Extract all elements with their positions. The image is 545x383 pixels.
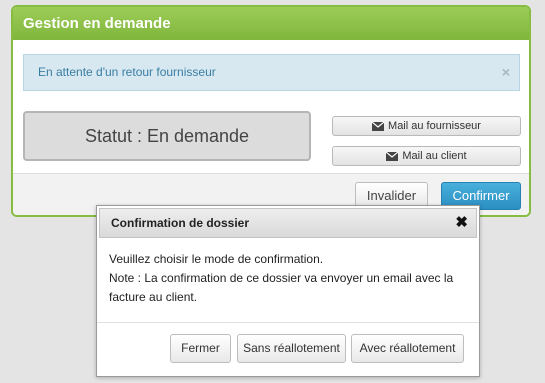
info-alert: En attente d'un retour fournisseur × [23, 54, 520, 91]
mail-supplier-label: Mail au fournisseur [388, 120, 481, 132]
close-button[interactable]: Fermer [170, 334, 231, 363]
confirmation-modal: Confirmation de dossier ✖ Veuillez chois… [96, 205, 480, 377]
close-icon[interactable]: × [502, 55, 510, 90]
modal-text-line: Veuillez choisir le mode de confirmation… [109, 252, 324, 266]
divider [97, 322, 479, 323]
confirm-without-reallocation-button[interactable]: Sans réallotement [237, 334, 346, 363]
gestion-panel: Gestion en demande En attente d'un retou… [11, 5, 531, 217]
confirm-with-reallocation-button[interactable]: Avec réallotement [351, 334, 464, 363]
panel-body: En attente d'un retour fournisseur × Sta… [13, 40, 529, 173]
envelope-icon [386, 149, 399, 167]
modal-title: Confirmation de dossier [111, 216, 250, 230]
status-badge: Statut : En demande [23, 111, 311, 161]
mail-client-label: Mail au client [402, 150, 467, 162]
panel-title: Gestion en demande [13, 7, 529, 40]
mail-client-button[interactable]: Mail au client [332, 146, 521, 166]
modal-body: Veuillez choisir le mode de confirmation… [109, 250, 467, 307]
modal-header: Confirmation de dossier ✖ [99, 208, 477, 238]
mail-supplier-button[interactable]: Mail au fournisseur [332, 116, 521, 136]
alert-text: En attente d'un retour fournisseur [38, 65, 216, 79]
close-icon[interactable]: ✖ [455, 209, 468, 237]
envelope-icon [371, 119, 385, 137]
modal-note: Note : La confirmation de ce dossier va … [109, 271, 454, 304]
